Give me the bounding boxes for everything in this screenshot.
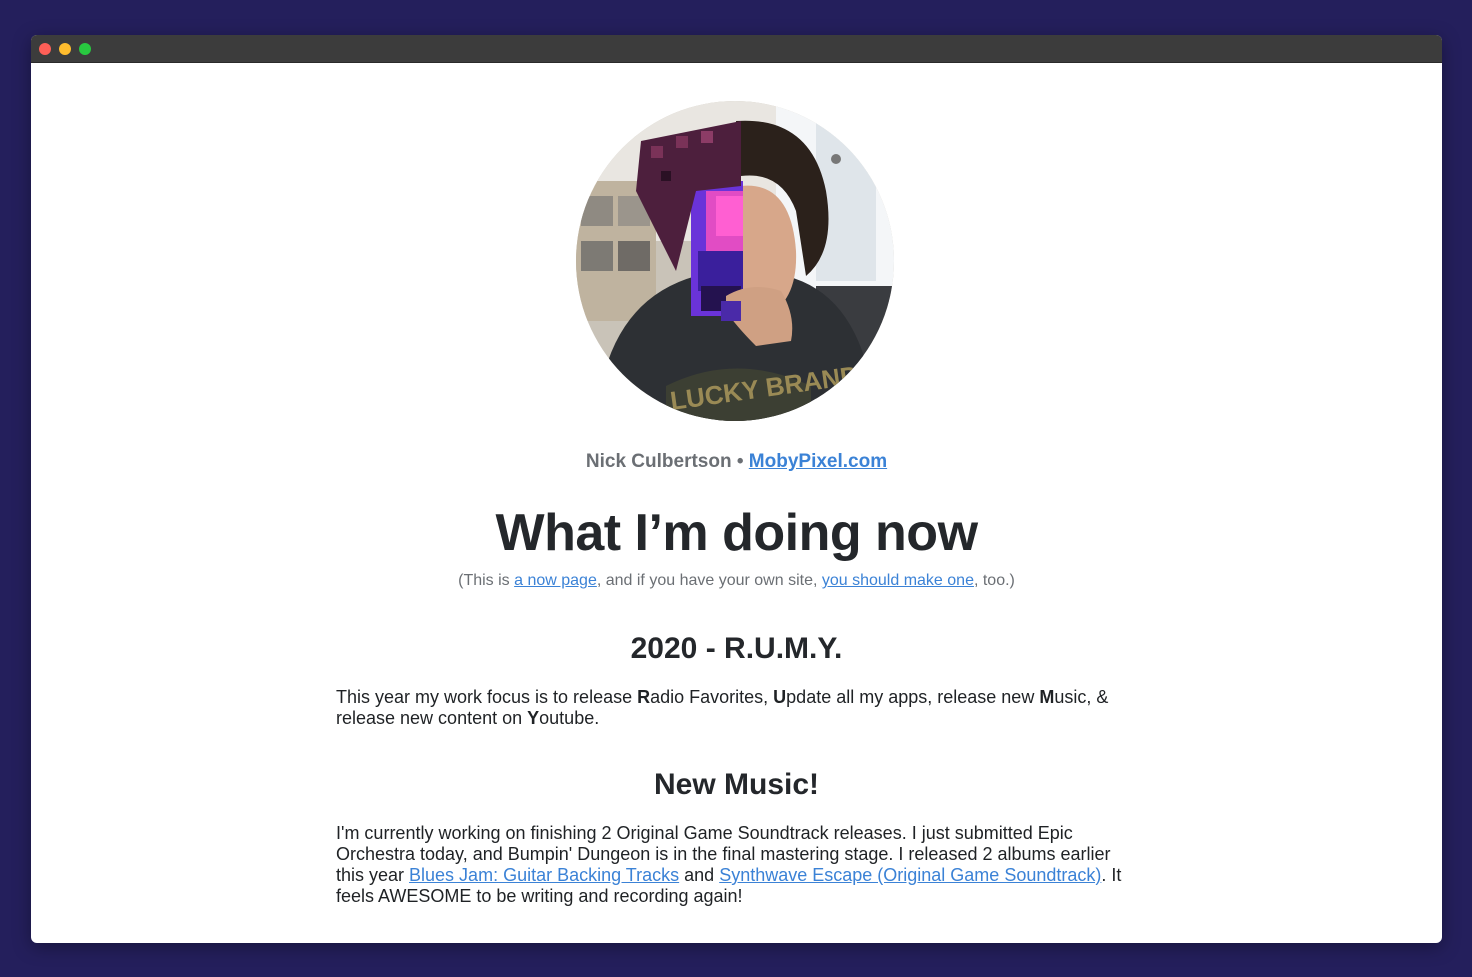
avatar: LUCKY BRAND (576, 101, 894, 421)
avatar-photo-image: LUCKY BRAND (576, 101, 894, 421)
author-name: Nick Culbertson (585, 451, 732, 472)
page-content: LUCKY BRAND Nick Culbertson • MobyPixel.… (31, 63, 1442, 943)
paragraph-text: adio Favorites, (650, 687, 774, 707)
subtitle-text: , too.) (973, 572, 1015, 589)
bold-letter: M (1039, 687, 1055, 707)
subtitle-text: , and if you have your own site, (596, 572, 822, 589)
site-link[interactable]: MobyPixel.com (749, 451, 887, 472)
paragraph-text: and (679, 865, 720, 885)
byline: Nick Culbertson • MobyPixel.com (31, 451, 1442, 473)
make-one-link[interactable]: you should make one (822, 572, 974, 589)
bold-letter: R (637, 687, 651, 707)
byline-separator: • (736, 451, 744, 472)
section-paragraph-new-music: I'm currently working on finishing 2 Ori… (336, 823, 1136, 907)
bold-letter: Y (527, 708, 540, 728)
now-page-link[interactable]: a now page (514, 572, 597, 589)
paragraph-text: pdate all my apps, release new (786, 687, 1040, 707)
section-heading-new-music: New Music! (653, 768, 820, 801)
bold-letter: U (773, 687, 787, 707)
section-heading-rumy: 2020 - R.U.M.Y. (630, 632, 843, 665)
page-subtitle: (This is a now page, and if you have you… (31, 572, 1442, 590)
browser-window: LUCKY BRAND Nick Culbertson • MobyPixel.… (31, 35, 1442, 943)
paragraph-text: outube. (539, 708, 600, 728)
page-title: What I’m doing now (495, 504, 978, 562)
maximize-window-button[interactable] (79, 43, 91, 55)
window-titlebar (31, 35, 1442, 63)
section-paragraph-rumy: This year my work focus is to release Ra… (336, 687, 1136, 729)
minimize-window-button[interactable] (59, 43, 71, 55)
paragraph-text: This year my work focus is to release (336, 687, 638, 707)
synthwave-escape-link[interactable]: Synthwave Escape (Original Game Soundtra… (719, 865, 1101, 885)
subtitle-text: (This is (458, 572, 515, 589)
blues-jam-link[interactable]: Blues Jam: Guitar Backing Tracks (409, 865, 679, 885)
close-window-button[interactable] (39, 43, 51, 55)
